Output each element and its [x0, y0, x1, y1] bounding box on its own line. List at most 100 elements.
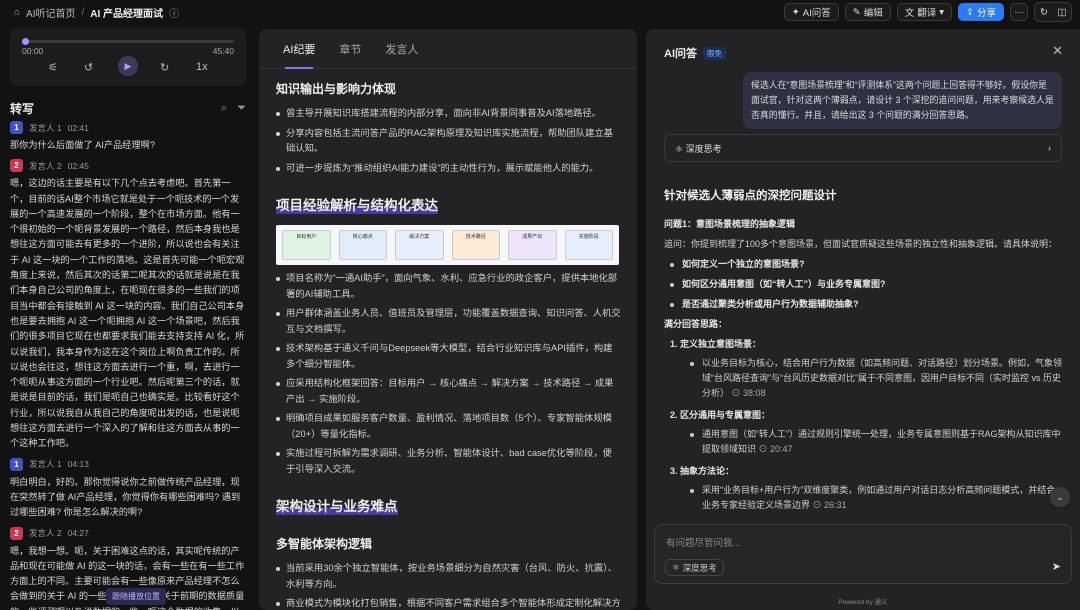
- qa-title: AI问答: [664, 48, 697, 60]
- answer-title: 定义独立意图场景：: [680, 339, 762, 349]
- full-score-label: 满分回答思路：: [664, 319, 728, 329]
- question-input-box[interactable]: 有问题尽管问我... ⚛ 深度思考 ➤: [654, 524, 1072, 584]
- answer-number: 3.: [670, 466, 678, 476]
- transcript-segment: 2 发言人 2 02:45 嗯，这边的话主要是有以下几个点去考虑吧。首先第一个，目前的…: [10, 159, 246, 451]
- question-input[interactable]: 有问题尽管问我...: [666, 535, 740, 549]
- more-button[interactable]: ···: [1010, 3, 1028, 21]
- tab-ai-summary[interactable]: AI纪要: [283, 29, 315, 69]
- flow-chart-image: 目标用户 核心痛点 解决方案 技术路径 成果产出 实施阶段: [276, 225, 619, 265]
- qa-header: AI问答 限免: [664, 45, 726, 61]
- segment-time[interactable]: 04:13: [68, 459, 89, 469]
- segment-time[interactable]: 04:27: [68, 528, 89, 538]
- total-time: 45:40: [212, 46, 234, 56]
- bullet-item: 项目名称为“一通AI助手”，面向气象、水利、应急行业的政企客户，提供本地化部署的…: [276, 271, 621, 302]
- refresh-button[interactable]: ↻: [1035, 3, 1053, 21]
- deep-think-toggle[interactable]: ⚛ 深度思考: [665, 559, 724, 576]
- close-icon[interactable]: ✕: [1052, 43, 1063, 59]
- page-title: AI 产品经理面试: [90, 8, 164, 20]
- transcript-segment: 1 发言人 1 04:13 明白明白，好的。那你觉得说你之前做传统产品经理，现在突然转…: [10, 457, 246, 521]
- top-bar: ⌂ AI听记首页 / AI 产品经理面试 ⓘ ✦ AI问答 ✎ 编辑 文翻译 ▾ ⇪ 分…: [0, 0, 1080, 24]
- share-label: 分享: [976, 8, 996, 19]
- flow-step-box: 解决方案: [395, 230, 444, 260]
- send-icon[interactable]: ➤: [1052, 560, 1061, 573]
- answer-detail: 采用“业务目标+用户行为”双维度聚类，例如通过用户对话日志分析高频问题模式，并结…: [664, 483, 1062, 513]
- question-text: 追问：你提到梳理了100多个意图场景，但面试官质疑这些场景的独立性和抽象逻辑。请…: [664, 239, 1058, 249]
- location-icon: ⊙: [729, 388, 744, 398]
- speaker-badge: 1: [10, 457, 23, 471]
- follow-playback-button[interactable]: 跟随播放位置: [106, 588, 166, 605]
- tab-speakers[interactable]: 发言人: [385, 29, 418, 69]
- answer-number: 2.: [670, 410, 678, 420]
- breadcrumb-separator: /: [81, 6, 85, 18]
- bullet-list: 项目名称为“一通AI助手”，面向气象、水利、应急行业的政企客户，提供本地化部署的…: [276, 271, 621, 477]
- chevron-down-icon: ⌄: [1056, 491, 1064, 502]
- speaker-badge: 2: [10, 159, 23, 173]
- speaker-row[interactable]: 2 发言人 2 02:45: [10, 159, 246, 173]
- free-badge: 限免: [703, 46, 726, 60]
- timestamp-link[interactable]: ⊙ 38:08: [729, 388, 766, 398]
- flow-step-label: 目标用户: [296, 234, 317, 240]
- speaker-row[interactable]: 1 发言人 1 02:41: [10, 121, 246, 134]
- question-point: 如何定义一个独立的意图场景?: [664, 257, 1062, 272]
- flow-step-box: 目标用户: [282, 230, 331, 260]
- deep-think-label: 深度思考: [685, 143, 722, 154]
- filter-icon[interactable]: ⏷: [237, 102, 246, 115]
- ai-icon: ✦: [791, 6, 800, 18]
- answer-title: 区分通用与专属意图：: [680, 410, 771, 420]
- progress-knob[interactable]: [22, 38, 29, 45]
- deep-think-collapse[interactable]: ⚛ 深度思考 ›: [664, 134, 1062, 162]
- tab-chapters[interactable]: 章节: [339, 29, 361, 69]
- speaker-row[interactable]: 2 发言人 2 04:27: [10, 526, 246, 540]
- answer-number: 1.: [670, 339, 678, 349]
- breadcrumb-home[interactable]: AI听记首页: [26, 5, 75, 20]
- segment-time[interactable]: 02:41: [68, 123, 89, 133]
- flow-step-label: 技术路径: [465, 234, 486, 240]
- timestamp-value: 26:31: [824, 500, 847, 510]
- timestamp-link[interactable]: ⊙ 20:47: [756, 444, 793, 454]
- transcript-segment: 1 发言人 1 02:41 那你为什么后面做了 AI产品经理啊?: [10, 121, 246, 153]
- chevron-down-icon: ▾: [939, 6, 945, 18]
- bullet-item: 用户群体涵盖业务人员、值班员及管理层，功能覆盖数据查询、知识问答、人机交互与文档…: [276, 306, 621, 337]
- forward-icon[interactable]: ↻: [160, 61, 169, 74]
- rewind-icon[interactable]: ↺: [84, 61, 93, 74]
- refresh-icon: ↻: [1040, 6, 1048, 18]
- answer-detail: 以业务目标为核心，结合用户行为数据（如高频问题、对话路径）划分场景。例如，气象领…: [664, 356, 1062, 401]
- timestamp-link[interactable]: ⊙ 26:31: [810, 500, 847, 510]
- speaker-row[interactable]: 1 发言人 1 04:13: [10, 457, 246, 471]
- translate-button[interactable]: 文翻译 ▾: [896, 3, 953, 21]
- settings-icon[interactable]: ⚟: [48, 61, 58, 74]
- speaker-name: 发言人 2: [29, 528, 62, 539]
- scroll-down-button[interactable]: ⌄: [1050, 487, 1070, 507]
- edit-label: 编辑: [863, 8, 883, 19]
- bullet-item: 应采用结构化框架回答：目标用户 → 核心痛点 → 解决方案 → 技术路径 → 成…: [276, 376, 621, 407]
- speaker-badge: 1: [10, 121, 23, 134]
- location-icon: ⊙: [810, 500, 825, 510]
- location-icon: ⊙: [756, 444, 771, 454]
- flow-step-label: 实施阶段: [578, 234, 599, 240]
- summary-panel: AI纪要 章节 发言人 知识输出与影响力体现 曾主导开展知识库搭建流程的内部分享…: [259, 29, 637, 610]
- segment-text: 明白明白，好的。那你觉得说你之前做传统产品经理，现在突然转了做 AI产品经理，你…: [10, 476, 241, 518]
- play-button[interactable]: ▶: [118, 56, 138, 76]
- share-button[interactable]: ⇪ 分享: [958, 3, 1004, 21]
- powered-by: Powered by 通义: [838, 599, 888, 606]
- home-icon[interactable]: ⌂: [14, 7, 20, 18]
- ai-qa-button[interactable]: ✦ AI问答: [783, 3, 839, 21]
- info-icon[interactable]: ⓘ: [169, 5, 179, 20]
- edit-button[interactable]: ✎ 编辑: [844, 3, 891, 21]
- timestamp-value: 38:08: [743, 388, 766, 398]
- deep-think-icon: ⚛: [672, 562, 680, 572]
- flow-step-box: 核心痛点: [338, 230, 387, 260]
- progress-bar[interactable]: [22, 38, 234, 45]
- speaker-name: 发言人 2: [29, 160, 62, 171]
- bullet-item: 曾主导开展知识库搭建流程的内部分享，面向非AI背景同事普及AI落地路径。: [276, 106, 621, 122]
- speed-button[interactable]: 1x: [196, 61, 208, 73]
- timestamp-value: 20:47: [770, 444, 793, 454]
- search-icon[interactable]: ⌕: [221, 102, 227, 115]
- section-title: 架构设计与业务难点: [276, 495, 398, 515]
- flow-step-label: 核心痛点: [352, 234, 373, 240]
- answer-heading: 2. 区分通用与专属意图：: [664, 408, 1062, 423]
- split-view-button[interactable]: ◫: [1053, 3, 1071, 21]
- chevron-right-icon: ›: [1048, 143, 1051, 153]
- segment-time[interactable]: 02:45: [68, 161, 89, 171]
- flow-step-box: 成果产出: [508, 230, 557, 260]
